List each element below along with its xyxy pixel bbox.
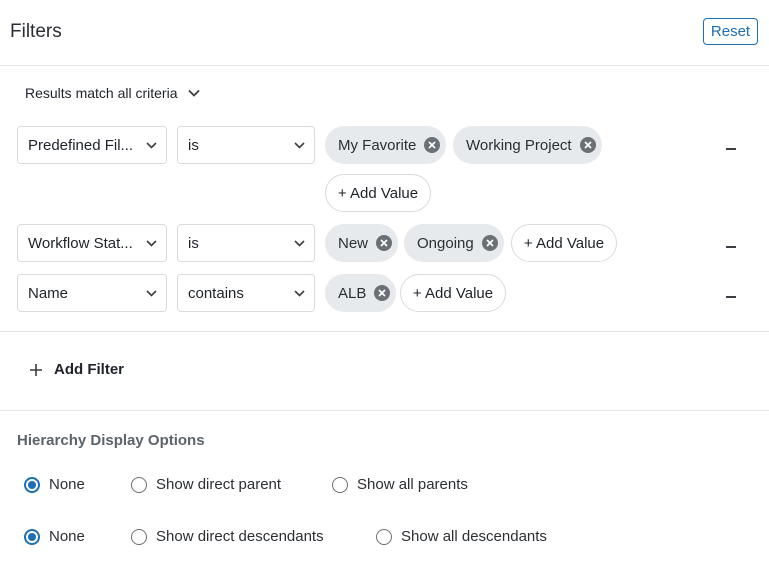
minus-icon[interactable] — [726, 296, 736, 298]
close-circle-icon[interactable] — [424, 137, 441, 153]
radio-descendants-none[interactable]: None — [24, 528, 85, 545]
divider — [0, 331, 769, 332]
radio-label: Show direct parent — [156, 476, 282, 493]
add-value-button[interactable]: + Add Value — [325, 174, 431, 212]
radio-button — [131, 528, 147, 545]
radio-show-direct-parent[interactable]: Show direct parent — [131, 476, 281, 493]
radio-label: Show all descendants — [401, 528, 547, 545]
value-chip: Ongoing — [404, 224, 504, 262]
filter-field-select[interactable]: Workflow Stat... — [17, 224, 167, 262]
value-chip: ALB — [325, 274, 397, 312]
filter-operator-value: contains — [188, 284, 244, 302]
filter-operator-value: is — [188, 234, 199, 252]
filter-field-select[interactable]: Predefined Fil... — [17, 126, 167, 164]
value-chip-label: ALB — [338, 284, 367, 302]
close-circle-icon[interactable] — [376, 235, 393, 251]
value-chip-label: Ongoing — [417, 234, 474, 252]
reset-button[interactable]: Reset — [703, 18, 758, 45]
radio-button — [131, 476, 147, 493]
filter-field-select[interactable]: Name — [17, 274, 167, 312]
close-circle-icon[interactable] — [579, 137, 596, 153]
radio-label: Show all parents — [357, 476, 468, 493]
chevron-down-icon — [187, 89, 200, 97]
minus-icon[interactable] — [726, 246, 736, 248]
value-chip-label: New — [338, 234, 369, 252]
add-filter-label: Add Filter — [54, 361, 124, 378]
chevron-down-icon — [284, 289, 314, 297]
chevron-down-icon — [284, 239, 314, 247]
filter-field-value: Predefined Fil... — [28, 136, 134, 154]
radio-show-direct-descendants[interactable]: Show direct descendants — [131, 528, 324, 545]
radio-button — [332, 476, 348, 493]
radio-show-all-descendants[interactable]: Show all descendants — [376, 528, 547, 545]
hierarchy-title: Hierarchy Display Options — [17, 432, 205, 449]
chevron-down-icon — [136, 141, 166, 149]
filter-field-value: Name — [28, 284, 69, 302]
filter-field-value: Workflow Stat... — [28, 234, 133, 252]
filter-operator-select[interactable]: is — [177, 126, 315, 164]
add-value-button[interactable]: + Add Value — [400, 274, 506, 312]
page-title: Filters — [10, 21, 62, 42]
radio-label: None — [49, 528, 85, 545]
chevron-down-icon — [136, 239, 166, 247]
filter-operator-select[interactable]: is — [177, 224, 315, 262]
filters-header: Filters Reset — [0, 0, 769, 66]
value-chip-label: Working Project — [466, 136, 572, 154]
radio-parents-none[interactable]: None — [24, 476, 85, 493]
close-circle-icon[interactable] — [374, 285, 391, 301]
value-chip: Working Project — [453, 126, 602, 164]
radio-label: None — [49, 476, 85, 493]
match-criteria-label: Results match all criteria — [25, 85, 178, 101]
plus-icon — [29, 363, 43, 377]
filter-operator-select[interactable]: contains — [177, 274, 315, 312]
close-circle-icon[interactable] — [481, 235, 498, 251]
radio-button — [376, 528, 392, 545]
radio-button — [24, 476, 40, 493]
chevron-down-icon — [136, 289, 166, 297]
radio-label: Show direct descendants — [156, 528, 324, 545]
filter-operator-value: is — [188, 136, 199, 154]
minus-icon[interactable] — [726, 148, 736, 150]
chevron-down-icon — [284, 141, 314, 149]
add-filter-button[interactable]: Add Filter — [29, 361, 124, 378]
divider — [0, 410, 769, 411]
value-chip-label: My Favorite — [338, 136, 417, 154]
value-chip: New — [325, 224, 399, 262]
add-value-button[interactable]: + Add Value — [511, 224, 617, 262]
radio-button — [24, 528, 40, 545]
value-chip: My Favorite — [325, 126, 447, 164]
radio-show-all-parents[interactable]: Show all parents — [332, 476, 468, 493]
match-criteria-dropdown[interactable]: Results match all criteria — [25, 85, 200, 101]
